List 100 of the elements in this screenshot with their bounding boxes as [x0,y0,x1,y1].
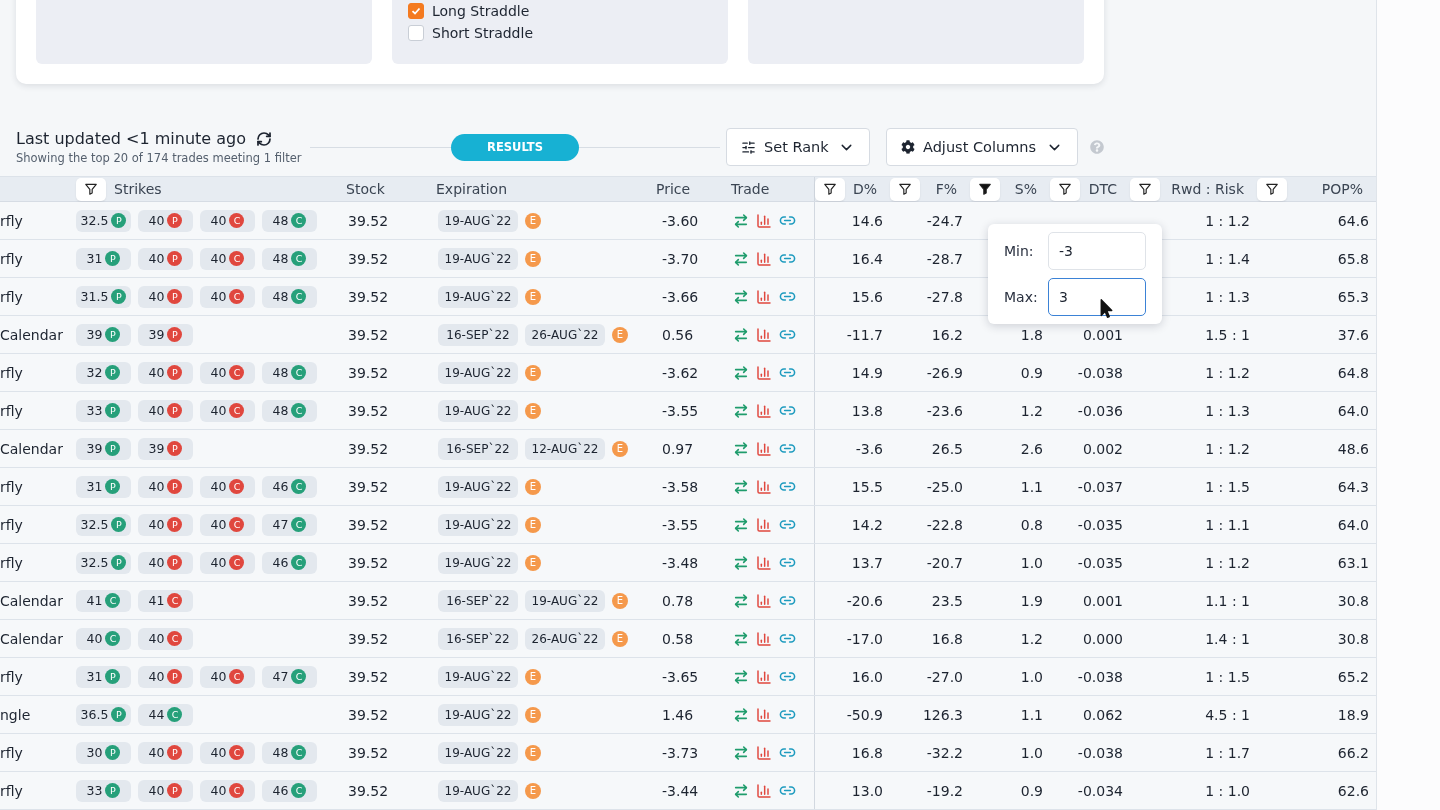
bar-chart-icon[interactable] [756,212,772,229]
filter-button[interactable] [1050,177,1080,201]
column-header[interactable]: Strikes [114,181,162,197]
trade-arrows-icon[interactable] [733,364,749,381]
input-field[interactable]: -3 [1048,232,1146,270]
trade-arrows-icon[interactable] [733,250,749,267]
filter-button[interactable] [76,177,106,201]
side-badge: C [229,555,245,570]
table-cell: -0.038 [1077,668,1123,685]
bar-chart-icon[interactable] [756,364,772,381]
bar-chart-icon[interactable] [756,478,772,495]
filter-icon [1265,182,1279,196]
strike-chip: 40 C [200,551,255,574]
strategy-name: rfly [0,744,23,761]
column-header[interactable]: DTC [1088,181,1117,197]
checkbox[interactable] [408,3,424,19]
table-cell: 30.8 [1337,630,1369,647]
table-cell: -3.44 [662,782,699,799]
table-cell: -3.55 [662,516,699,533]
table-cell: 64.6 [1337,212,1369,229]
trade-arrows-icon[interactable] [733,630,749,647]
side-badge: P [167,365,183,380]
earnings-badge: E [525,554,541,571]
results-summary: Showing the top 20 of 174 trades meeting 1 filter [16,151,303,165]
filter-button[interactable] [970,177,1000,201]
table-cell: 14.9 [851,364,883,381]
earnings-badge: E [525,516,541,533]
column-header[interactable]: F% [935,181,957,197]
table-cell: -27.8 [926,288,963,305]
bar-chart-icon[interactable] [756,326,772,343]
bar-chart-icon[interactable] [756,668,772,685]
strike-chip: 40 P [138,247,193,270]
strike-chip: 48 C [262,209,317,232]
trade-arrows-icon[interactable] [733,326,749,343]
strike-chip: 40 P [138,399,193,422]
trade-arrows-icon[interactable] [733,212,749,229]
column-header[interactable]: POP% [1321,181,1363,197]
trade-arrows-icon[interactable] [733,440,749,457]
expiration-chip: 16-SEP`22 [438,437,518,460]
trade-arrows-icon[interactable] [733,744,749,761]
side-badge: P [105,783,121,798]
refresh-icon[interactable] [255,130,272,147]
bar-chart-icon[interactable] [756,554,772,571]
trade-arrows-icon[interactable] [733,402,749,419]
side-badge: P [167,441,183,456]
table-cell: 65.2 [1337,668,1369,685]
side-badge: C [229,517,245,532]
side-badge: P [105,479,121,494]
trade-arrows-icon[interactable] [733,554,749,571]
bar-chart-icon[interactable] [756,288,772,305]
strike-chip: 40 C [200,399,255,422]
trade-arrows-icon[interactable] [733,782,749,799]
set-rank-button[interactable]: Set Rank [726,128,870,166]
column-header[interactable]: Trade [731,181,770,197]
filter-button[interactable] [1130,177,1160,201]
bar-chart-icon[interactable] [756,706,772,723]
table-cell: 64.0 [1337,516,1369,533]
filter-icon [978,182,992,196]
table-cell: 1 : 1.2 [1205,212,1250,229]
bar-chart-icon[interactable] [756,592,772,609]
table-cell: 39.52 [348,212,389,229]
column-header[interactable]: D% [852,181,877,197]
bar-chart-icon[interactable] [756,782,772,799]
column-header[interactable]: Expiration [436,181,508,197]
side-badge: C [105,593,121,608]
trade-arrows-icon[interactable] [733,668,749,685]
trade-arrows-icon[interactable] [733,516,749,533]
strategy-name: rfly [0,212,23,229]
side-badge: P [167,517,183,532]
bar-chart-icon[interactable] [756,250,772,267]
bar-chart-icon[interactable] [756,516,772,533]
table-cell: 14.2 [851,516,883,533]
checkbox[interactable] [408,25,424,41]
filter-button[interactable] [815,177,845,201]
column-header[interactable]: Rwd : Risk [1171,181,1244,197]
input-field[interactable]: 3 [1048,278,1146,316]
bar-chart-icon[interactable] [756,744,772,761]
column-header[interactable]: Price [656,181,691,197]
table-cell: 39.52 [348,478,389,495]
filter-button[interactable] [1257,177,1287,201]
bar-chart-icon[interactable] [756,440,772,457]
strike-chip: 40 P [138,209,193,232]
table-cell: 63.1 [1337,554,1369,571]
column-header[interactable]: Stock [346,181,385,197]
strategy-name: rfly [0,288,23,305]
trade-arrows-icon[interactable] [733,288,749,305]
bar-chart-icon[interactable] [756,402,772,419]
filter-button[interactable] [890,177,920,201]
table-cell: 0.9 [1020,782,1043,799]
column-header[interactable]: S% [1014,181,1037,197]
table-cell: 1 : 1.7 [1205,744,1250,761]
strike-chip: 46 C [262,779,317,802]
strategy-name: rfly [0,554,23,571]
trade-arrows-icon[interactable] [733,706,749,723]
expiration-chip: 16-SEP`22 [438,323,518,346]
trade-arrows-icon[interactable] [733,592,749,609]
check-icon [411,6,421,16]
adjust-columns-button[interactable]: Adjust Columns [886,128,1078,166]
trade-arrows-icon[interactable] [733,478,749,495]
bar-chart-icon[interactable] [756,630,772,647]
